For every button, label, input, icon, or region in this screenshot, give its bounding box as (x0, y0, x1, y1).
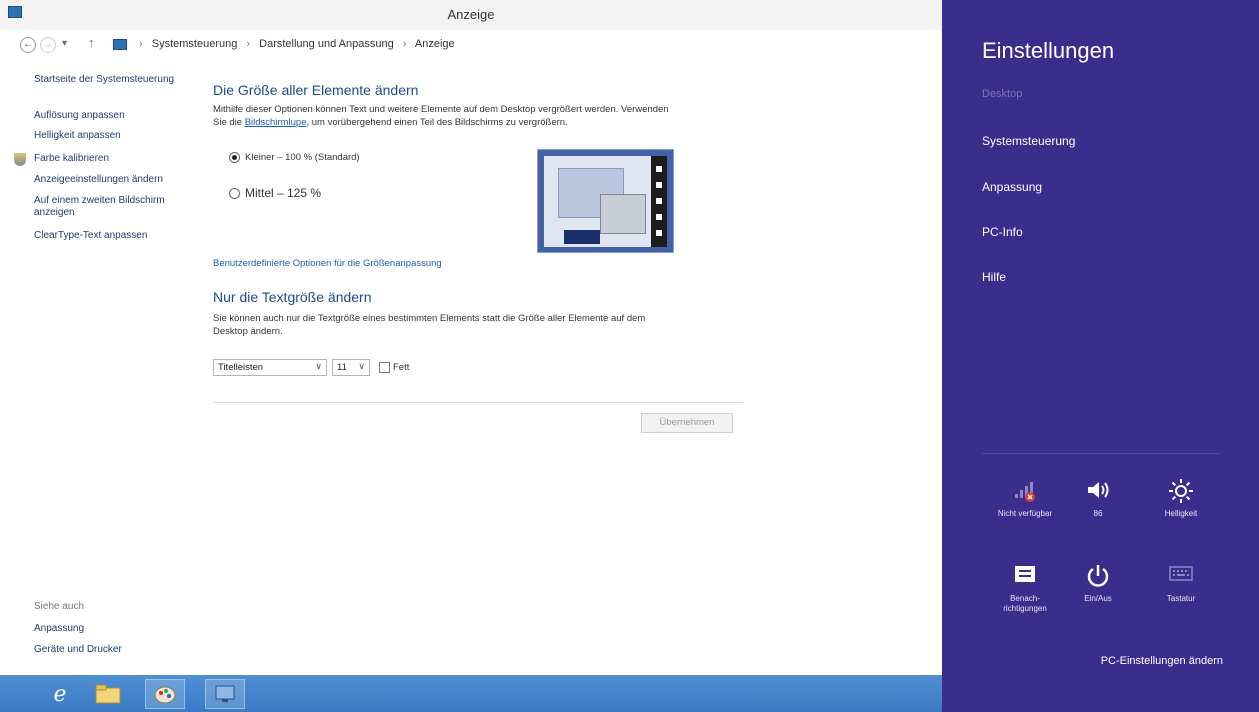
notifications-icon (985, 563, 1065, 591)
volume-tile-label: 86 (1093, 509, 1103, 518)
section-description-size: Mithilfe dieser Optionen können Text und… (213, 103, 753, 129)
option-medium-label: Mittel – 125 % (245, 186, 322, 200)
power-tile[interactable]: Ein/Aus (1058, 563, 1138, 604)
section-title-text-size: Nur die Textgröße ändern (213, 289, 372, 305)
section-description-text: Sie können auch nur die Textgröße eines … (213, 312, 733, 338)
display-preview-image (537, 149, 674, 253)
divider (213, 402, 743, 403)
nav-control-panel-home[interactable]: Startseite der Systemsteuerung (34, 74, 174, 86)
volume-icon (1058, 478, 1138, 506)
apply-button[interactable]: Übernehmen (641, 413, 733, 433)
power-icon (1058, 563, 1138, 591)
settings-context: Desktop (982, 88, 1023, 100)
option-smaller[interactable]: Kleiner – 100 % (Standard) (229, 152, 360, 163)
font-size-select-value: 11 (337, 362, 347, 373)
settings-item-hilfe[interactable]: Hilfe (982, 270, 1006, 284)
radio-smaller[interactable] (229, 152, 240, 163)
option-medium[interactable]: Mittel – 125 % (229, 186, 321, 200)
element-select-value: Titelleisten (218, 362, 264, 373)
forward-button[interactable]: → (40, 37, 56, 53)
control-panel-icon (113, 39, 127, 50)
description-text: , um vorübergehend einen Teil des Bildsc… (306, 117, 568, 128)
recent-pages-dropdown[interactable]: ▾ (62, 38, 67, 49)
shield-icon (14, 153, 26, 166)
nav-change-display-settings[interactable]: Anzeigeeinstellungen ändern (34, 174, 163, 186)
settings-item-systemsteuerung[interactable]: Systemsteuerung (982, 134, 1075, 148)
settings-item-anpassung[interactable]: Anpassung (982, 180, 1042, 194)
back-button[interactable]: ← (20, 37, 36, 53)
magnifier-link[interactable]: Bildschirmlupe (245, 117, 307, 128)
network-unavailable-icon (985, 478, 1065, 506)
description-text: Sie die (213, 117, 243, 128)
file-explorer-icon[interactable] (88, 679, 128, 709)
left-navigation: Startseite der Systemsteuerung Auflösung… (0, 60, 195, 675)
see-also-heading: Siehe auch (34, 601, 85, 612)
divider (982, 453, 1221, 454)
element-select[interactable]: Titelleisten ∨ (213, 359, 327, 376)
keyboard-tile[interactable]: Tastatur (1141, 563, 1221, 604)
nav-calibrate-color[interactable]: Farbe kalibrieren (34, 153, 109, 165)
breadcrumb-anzeige[interactable]: Anzeige (415, 38, 455, 50)
preview-charm-dot (656, 166, 662, 172)
keyboard-tile-label: Tastatur (1166, 594, 1196, 603)
nav-cleartype[interactable]: ClearType-Text anpassen (34, 230, 147, 242)
option-smaller-label: Kleiner – 100 % (Standard) (245, 152, 360, 163)
settings-title: Einstellungen (982, 38, 1115, 63)
preview-charm-dot (656, 230, 662, 236)
breadcrumb-darstellung[interactable]: Darstellung und Anpassung (259, 38, 394, 50)
font-size-select[interactable]: 11 ∨ (332, 359, 370, 376)
title-bar: Anzeige (0, 0, 942, 30)
preview-charms-bar (651, 156, 667, 247)
brightness-tile[interactable]: Helligkeit (1141, 478, 1221, 519)
description-line: Desktop ändern. (213, 326, 283, 337)
brightness-tile-label: Helligkeit (1164, 509, 1198, 518)
address-bar: ← → ▾ ↑ › Systemsteuerung › Darstellung … (0, 30, 942, 60)
description-line: Sie können auch nur die Textgröße eines … (213, 313, 646, 324)
section-title-size: Die Größe aller Elemente ändern (213, 82, 419, 98)
radio-medium[interactable] (229, 187, 240, 199)
description-line: Sie die Bildschirmlupe, um vorübergehend… (213, 116, 753, 129)
nav-adjust-brightness[interactable]: Helligkeit anpassen (34, 130, 121, 142)
keyboard-icon (1141, 563, 1221, 591)
network-tile-label: Nicht verfügbar (997, 509, 1053, 518)
chevron-down-icon: ∨ (358, 361, 365, 371)
notifications-tile[interactable]: Benach-richtigungen (985, 563, 1065, 614)
chevron-down-icon: ∨ (315, 361, 322, 371)
control-panel-icon[interactable] (205, 679, 245, 709)
up-button[interactable]: ↑ (88, 35, 95, 50)
preview-charm-dot (656, 214, 662, 220)
nav-devices-printers[interactable]: Geräte und Drucker (34, 644, 122, 656)
screen: Anzeige ← → ▾ ↑ › Systemsteuerung › Dars… (0, 0, 1259, 712)
internet-explorer-icon[interactable]: e (40, 679, 80, 709)
notifications-tile-label: Benach-richtigungen (1003, 594, 1047, 613)
breadcrumb-separator: › (246, 38, 251, 50)
breadcrumb-systemsteuerung[interactable]: Systemsteuerung (152, 38, 238, 50)
change-pc-settings-link[interactable]: PC-Einstellungen ändern (1101, 655, 1223, 667)
breadcrumb-separator: › (402, 38, 407, 50)
settings-charm-pane: Einstellungen Desktop Systemsteuerung An… (942, 0, 1259, 712)
preview-screen (544, 156, 651, 247)
breadcrumb-separator: › (139, 38, 143, 50)
control-panel-window: Anzeige ← → ▾ ↑ › Systemsteuerung › Dars… (0, 0, 942, 712)
power-tile-label: Ein/Aus (1084, 594, 1112, 603)
bold-checkbox[interactable] (379, 362, 390, 373)
description-line: Mithilfe dieser Optionen können Text und… (213, 104, 669, 115)
brightness-icon (1141, 478, 1221, 506)
preview-charm-dot (656, 182, 662, 188)
preview-taskbar (564, 230, 600, 244)
nav-personalization[interactable]: Anpassung (34, 623, 84, 635)
breadcrumb: › Systemsteuerung › Darstellung und Anpa… (133, 38, 455, 50)
bold-label: Fett (393, 362, 410, 373)
preview-charm-dot (656, 198, 662, 204)
network-tile[interactable]: Nicht verfügbar (985, 478, 1065, 519)
nav-adjust-resolution[interactable]: Auflösung anpassen (34, 110, 125, 122)
volume-tile[interactable]: 86 (1058, 478, 1138, 519)
taskbar: e (0, 675, 942, 712)
custom-scaling-link[interactable]: Benutzerdefinierte Optionen für die Größ… (213, 258, 442, 269)
window-title: Anzeige (447, 7, 495, 22)
nav-second-screen[interactable]: Auf einem zweiten Bildschirm anzeigen (34, 195, 184, 219)
paint-icon[interactable] (145, 679, 185, 709)
preview-window-front (600, 194, 646, 234)
settings-item-pc-info[interactable]: PC-Info (982, 225, 1023, 239)
